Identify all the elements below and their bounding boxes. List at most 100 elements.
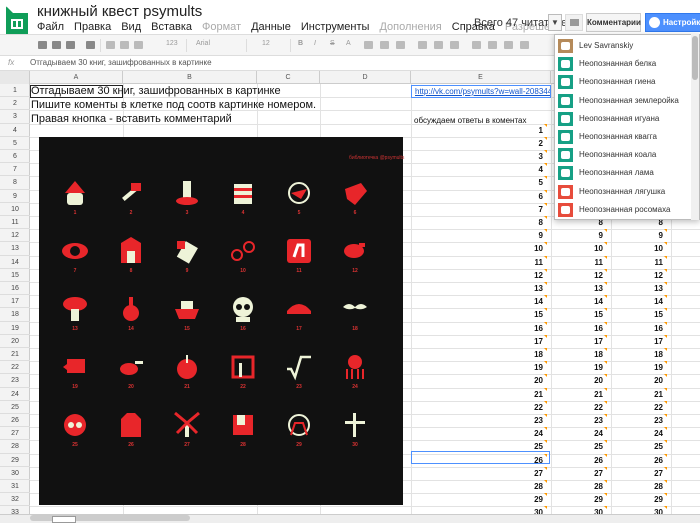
number-cell[interactable]: 10 (523, 244, 543, 253)
merge-icon[interactable] (396, 41, 405, 49)
dropdown-scrollbar-thumb[interactable] (692, 36, 698, 80)
decimal-icon[interactable] (134, 41, 143, 49)
number-cell[interactable]: 11 (523, 258, 543, 267)
reader-item[interactable]: Неопознанная лама (558, 164, 690, 182)
number-cell[interactable]: 26 (643, 456, 663, 465)
menu-item[interactable]: Данные (251, 21, 291, 33)
valign-icon[interactable] (434, 41, 443, 49)
number-cell[interactable]: 20 (643, 376, 663, 385)
row-header[interactable]: 25 (0, 401, 30, 414)
sheets-logo-icon[interactable] (6, 6, 28, 36)
column-header-e[interactable]: E (411, 71, 551, 84)
chart-icon[interactable] (504, 41, 513, 49)
reader-item[interactable]: Неопознанная квагга (558, 128, 690, 146)
number-cell[interactable]: 21 (643, 390, 663, 399)
comments-button[interactable]: Комментарии (586, 13, 641, 32)
number-cell[interactable]: 14 (583, 297, 603, 306)
row-header[interactable]: 26 (0, 414, 30, 428)
row-header[interactable]: 11 (0, 216, 30, 230)
number-cell[interactable]: 27 (643, 469, 663, 478)
menu-item[interactable]: Дополнения (379, 21, 441, 33)
text-color-button[interactable]: A (346, 40, 351, 47)
number-cell[interactable]: 10 (643, 244, 663, 253)
reader-item[interactable]: Неопознанная лягушка (558, 183, 690, 201)
row-header[interactable]: 2 (0, 97, 30, 111)
row-header[interactable]: 6 (0, 150, 30, 164)
number-cell[interactable]: 15 (583, 310, 603, 319)
column-header-a[interactable]: A (30, 71, 123, 84)
italic-button[interactable]: I (314, 40, 316, 47)
menu-item[interactable]: Правка (74, 21, 111, 33)
number-cell[interactable]: 25 (583, 442, 603, 451)
number-cell[interactable]: 22 (523, 403, 543, 412)
column-header-b[interactable]: B (123, 71, 257, 84)
row-header[interactable]: 31 (0, 480, 30, 494)
row-header[interactable]: 16 (0, 282, 30, 296)
fill-color-icon[interactable] (364, 41, 373, 49)
number-cell[interactable]: 14 (643, 297, 663, 306)
row-header[interactable]: 23 (0, 374, 30, 388)
row-header[interactable]: 3 (0, 110, 30, 124)
row-header[interactable]: 20 (0, 335, 30, 348)
cell-a3[interactable]: Правая кнопка - вставить комментарий (31, 113, 232, 125)
reader-item[interactable]: Неопознанная коала (558, 146, 690, 164)
number-cell[interactable]: 12 (583, 271, 603, 280)
row-header[interactable]: 8 (0, 176, 30, 190)
number-cell[interactable]: 23 (583, 416, 603, 425)
currency-icon[interactable] (106, 41, 115, 49)
number-cell[interactable]: 15 (523, 310, 543, 319)
row-header[interactable]: 5 (0, 137, 30, 150)
number-cell[interactable]: 17 (583, 337, 603, 346)
number-format-select[interactable]: 123 (166, 40, 178, 47)
number-cell[interactable]: 21 (583, 390, 603, 399)
row-header[interactable]: 12 (0, 229, 30, 243)
formula-input[interactable]: Отгадываем 30 книг, зашифрованных в карт… (30, 58, 212, 67)
reader-item[interactable]: Неопознанная гиена (558, 73, 690, 91)
readers-dropdown-button[interactable]: ▼ (548, 14, 562, 31)
number-cell[interactable]: 2 (523, 139, 543, 148)
share-settings-button[interactable]: Настройки доступа (645, 13, 700, 32)
bold-button[interactable]: B (298, 40, 303, 47)
number-cell[interactable]: 11 (643, 258, 663, 267)
number-cell[interactable]: 26 (523, 456, 543, 465)
row-header[interactable]: 9 (0, 190, 30, 203)
number-cell[interactable]: 13 (583, 284, 603, 293)
row-header[interactable]: 17 (0, 295, 30, 309)
number-cell[interactable]: 12 (643, 271, 663, 280)
row-header[interactable]: 4 (0, 124, 30, 137)
row-header[interactable]: 13 (0, 242, 30, 256)
number-cell[interactable]: 9 (583, 231, 603, 240)
column-header-d[interactable]: D (320, 71, 411, 84)
row-header[interactable]: 14 (0, 256, 30, 269)
number-cell[interactable]: 16 (523, 324, 543, 333)
number-cell[interactable]: 3 (523, 152, 543, 161)
number-cell[interactable]: 12 (523, 271, 543, 280)
number-cell[interactable]: 18 (583, 350, 603, 359)
number-cell[interactable]: 28 (523, 482, 543, 491)
number-cell[interactable]: 13 (523, 284, 543, 293)
row-header[interactable]: 22 (0, 361, 30, 375)
link-icon[interactable] (472, 41, 481, 49)
number-cell[interactable]: 29 (643, 495, 663, 504)
row-header[interactable]: 21 (0, 348, 30, 362)
row-header[interactable]: 7 (0, 163, 30, 177)
menu-item[interactable]: Вид (121, 21, 141, 33)
number-cell[interactable]: 13 (643, 284, 663, 293)
number-cell[interactable]: 1 (523, 126, 543, 135)
wrap-icon[interactable] (450, 41, 459, 49)
reader-item[interactable]: Неопознанная игуана (558, 110, 690, 128)
number-cell[interactable]: 9 (523, 231, 543, 240)
align-icon[interactable] (418, 41, 427, 49)
menu-item[interactable]: Формат (202, 21, 241, 33)
number-cell[interactable]: 24 (643, 429, 663, 438)
cell-a1[interactable]: Отгадываем 30 книг, зашифрованных в карт… (31, 85, 281, 97)
menu-item[interactable]: Вставка (151, 21, 192, 33)
number-cell[interactable]: 23 (523, 416, 543, 425)
menu-item[interactable]: Инструменты (301, 21, 370, 33)
row-header[interactable]: 32 (0, 493, 30, 507)
percent-icon[interactable] (120, 41, 129, 49)
row-header[interactable]: 29 (0, 454, 30, 467)
reader-item[interactable]: Неопознанная росомаха (558, 201, 690, 219)
number-cell[interactable]: 22 (583, 403, 603, 412)
number-cell[interactable]: 17 (523, 337, 543, 346)
